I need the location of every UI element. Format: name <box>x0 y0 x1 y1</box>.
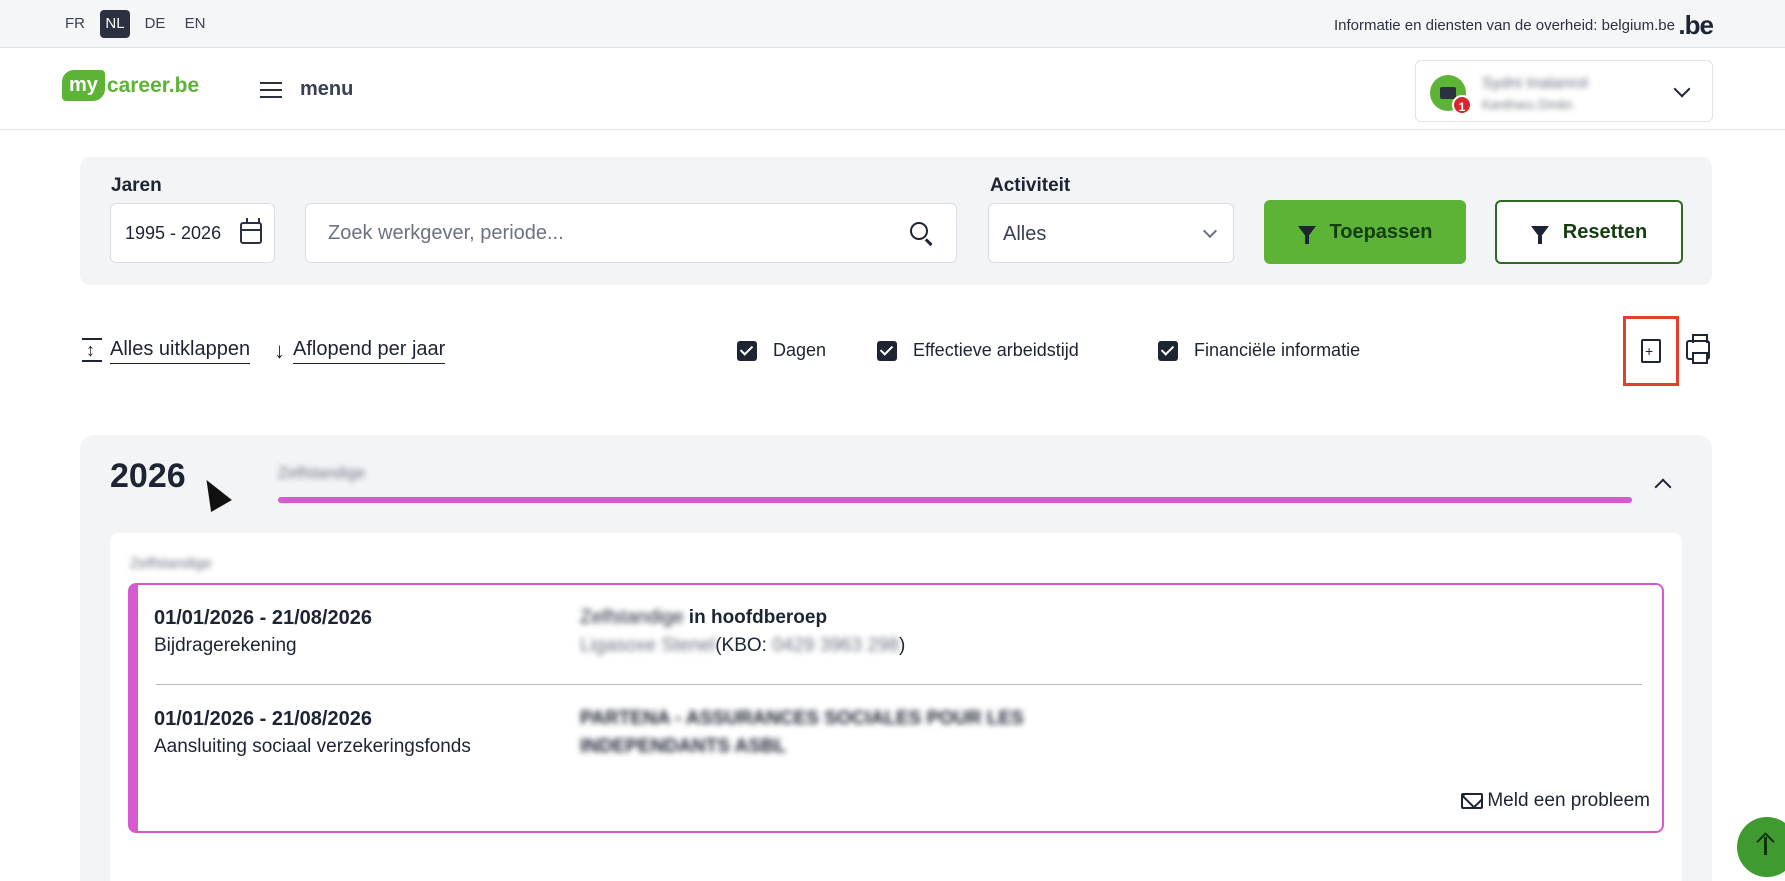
search-icon[interactable] <box>910 222 928 240</box>
entry-fund-line1: PARTENA - ASSURANCES SOCIALES POUR LES <box>580 708 1024 729</box>
mail-icon <box>1461 793 1484 809</box>
entry-status-type: Zelfstandige <box>580 607 684 628</box>
activity-value: Alles <box>1003 223 1047 245</box>
filter-icon <box>1297 226 1316 244</box>
filter-panel: Jaren 1995 - 2026 Activiteit Alles Toepa… <box>80 157 1712 285</box>
checkbox-financiele-label: Financiële informatie <box>1194 340 1361 360</box>
report-problem-link[interactable]: Meld een probleem <box>1461 790 1650 812</box>
lang-de[interactable]: DE <box>140 10 170 38</box>
report-problem-label: Meld een probleem <box>1487 790 1650 811</box>
user-account-dropdown[interactable]: 1 Sydni Inalanrol Kantharu Dmitn <box>1415 60 1713 122</box>
site-header: my career.be menu 1 Sydni Inalanrol Kant… <box>0 48 1785 130</box>
sort-label: Aflopend per jaar <box>293 338 446 364</box>
calendar-icon[interactable] <box>240 218 262 244</box>
entry-company: Ligasoxe Stenel(KBO: 0429 3963 298) <box>580 635 905 657</box>
language-switcher: FR NL DE EN <box>60 10 210 38</box>
expand-all-label: Alles uitklappen <box>110 338 251 364</box>
menu-label: menu <box>300 78 354 100</box>
entry-divider <box>156 684 1642 685</box>
years-range-field[interactable]: 1995 - 2026 <box>110 203 275 263</box>
logo-my: my <box>62 70 105 101</box>
expand-vertical-icon <box>82 338 102 364</box>
language-bar: FR NL DE EN Informatie en diensten van d… <box>0 0 1785 48</box>
entry-description: Aansluiting sociaal verzekeringsfonds <box>154 736 471 757</box>
entry-date: 01/01/2026 - 21/08/2026 <box>154 708 372 730</box>
year-section: 2026 Zelfstandige Zelfstandige 01/01/202… <box>80 435 1712 881</box>
checkbox-arbeidstijd-label: Effectieve arbeidstijd <box>913 340 1079 360</box>
lang-fr[interactable]: FR <box>60 10 90 38</box>
reset-button[interactable]: Resetten <box>1495 200 1683 264</box>
menu-button[interactable]: menu <box>260 78 353 101</box>
expand-all-link[interactable]: Alles uitklappen <box>82 338 251 364</box>
checkbox-checked-icon[interactable] <box>737 340 757 361</box>
arrow-down-icon: ↓ <box>274 338 285 363</box>
entry-status: Zelfstandige in hoofdberoep <box>580 607 827 629</box>
lang-nl[interactable]: NL <box>100 10 130 38</box>
user-name: Sydni Inalanrol <box>1482 75 1588 92</box>
filter-off-icon <box>1530 226 1549 244</box>
scroll-to-top-button[interactable] <box>1737 817 1785 877</box>
mycareer-logo[interactable]: my career.be <box>62 70 199 101</box>
checkbox-dagen[interactable]: Dagen <box>737 340 826 361</box>
activity-label: Activiteit <box>990 175 1071 196</box>
export-pdf-button[interactable] <box>1623 316 1679 386</box>
logo-career: career.be <box>106 73 200 97</box>
entry-fund-line2: INDEPENDANTS ASBL <box>580 736 787 757</box>
user-subtitle: Kantharu Dmitn <box>1482 97 1573 112</box>
category-label: Zelfstandige <box>130 555 212 572</box>
entry-description: Bijdragerekening <box>154 635 297 656</box>
years-value: 1995 - 2026 <box>125 223 222 243</box>
activity-select[interactable]: Alles <box>988 203 1234 263</box>
timeline-label: Zelfstandige <box>278 465 366 482</box>
lang-en[interactable]: EN <box>180 10 210 38</box>
checkbox-effectieve-arbeidstijd[interactable]: Effectieve arbeidstijd <box>877 340 1079 361</box>
entry-date: 01/01/2026 - 21/08/2026 <box>154 607 372 629</box>
search-input[interactable] <box>305 203 957 263</box>
belgium-be-logo[interactable]: .be <box>1678 10 1714 41</box>
entry-status-bold: in hoofdberoep <box>683 607 828 628</box>
gov-info-link[interactable]: Informatie en diensten van de overheid: … <box>1334 17 1675 34</box>
year-title: 2026 <box>110 457 186 495</box>
entry-company-name: Ligasoxe Stenel <box>580 635 716 656</box>
checkbox-checked-icon[interactable] <box>877 340 897 361</box>
career-category-card: Zelfstandige 01/01/2026 - 21/08/2026 Bij… <box>110 533 1682 881</box>
apply-label: Toepassen <box>1329 220 1433 243</box>
sort-link[interactable]: ↓ Aflopend per jaar <box>274 338 446 364</box>
entry-kbo-number: 0429 3963 298 <box>772 635 900 656</box>
hamburger-icon <box>260 81 282 98</box>
checkbox-checked-icon[interactable] <box>1158 340 1178 361</box>
chevron-down-icon <box>1202 223 1218 239</box>
career-entry: 01/01/2026 - 21/08/2026 Bijdragerekening… <box>128 583 1664 833</box>
timeline-bar <box>278 497 1632 503</box>
chevron-up-icon[interactable] <box>1654 478 1672 496</box>
reset-label: Resetten <box>1562 220 1648 243</box>
file-add-icon <box>1641 339 1661 363</box>
entry-kbo-prefix: (KBO: <box>715 635 773 656</box>
checkbox-dagen-label: Dagen <box>773 340 827 360</box>
years-label: Jaren <box>111 175 162 196</box>
entry-kbo-suffix: ) <box>899 635 906 656</box>
apply-button[interactable]: Toepassen <box>1264 200 1466 264</box>
chevron-down-icon <box>1673 80 1691 98</box>
printer-icon[interactable] <box>1686 334 1710 364</box>
notification-badge: 1 <box>1452 95 1472 115</box>
checkbox-financiele-informatie[interactable]: Financiële informatie <box>1158 340 1360 361</box>
